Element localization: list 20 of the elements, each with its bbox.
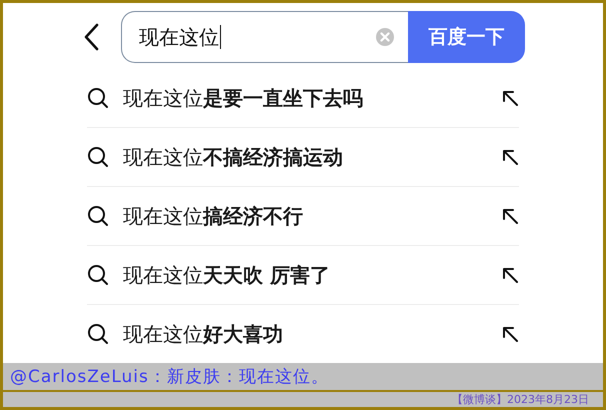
arrow-icon[interactable] (501, 266, 519, 284)
search-icon (87, 323, 109, 345)
search-button[interactable]: 百度一下 (408, 11, 525, 63)
back-icon[interactable] (83, 23, 99, 51)
arrow-icon[interactable] (501, 325, 519, 343)
suggestion-item[interactable]: 现在这位天天吹 厉害了 (123, 262, 501, 288)
suggestion-item[interactable]: 现在这位好大喜功 (123, 320, 501, 348)
search-icon (87, 264, 109, 286)
search-icon (87, 87, 109, 109)
search-field[interactable]: 现在这位 (121, 11, 408, 63)
suggestion-item[interactable]: 现在这位是要一直坐下去吗 (123, 84, 501, 112)
caption-text: @CarlosZeLuis：新皮肤：现在这位。 (10, 366, 329, 388)
search-icon (87, 146, 109, 168)
source-date: 【微博谈】2023年8月23日 (452, 392, 589, 407)
arrow-icon[interactable] (501, 89, 519, 107)
suggestion-item[interactable]: 现在这位不搞经济搞运动 (123, 144, 501, 170)
suggestion-item[interactable]: 现在这位搞经济不行 (123, 202, 501, 230)
search-icon (87, 205, 109, 227)
arrow-icon[interactable] (501, 148, 519, 166)
arrow-icon[interactable] (501, 207, 519, 225)
